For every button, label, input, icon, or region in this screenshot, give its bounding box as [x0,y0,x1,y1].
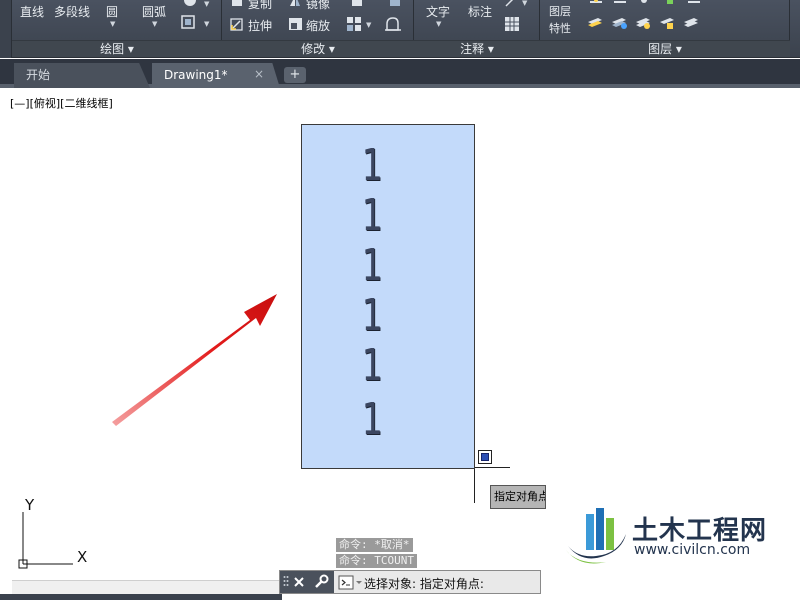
hatch-dropdown-icon[interactable]: ▼ [204,0,209,8]
polyline-tool-label[interactable]: 多段线 [54,3,90,20]
layer-walk-icon[interactable] [682,14,700,30]
layer-properties-label-line1[interactable]: 图层 [549,3,571,19]
command-history-line-2: 命令: TCOUNT [336,554,417,568]
command-prompt-text[interactable]: 选择对象: 指定对角点: [364,575,484,592]
layers-panel-title[interactable]: 图层 ▾ [540,40,790,57]
text-object-3[interactable]: 1 [362,240,385,291]
rectangle-icon[interactable] [180,14,196,30]
ribbon-left-edge [0,0,12,58]
crosshair-vertical [474,469,475,503]
layer-on-icon[interactable] [586,14,604,30]
text-object-6[interactable]: 1 [362,394,385,445]
close-icon[interactable] [293,576,305,588]
copy-icon[interactable] [230,0,244,8]
text-dropdown-icon[interactable]: ▼ [436,20,441,28]
layer-unisolate-icon[interactable] [612,0,628,6]
red-arrow-icon [112,294,277,426]
leader-dropdown-icon[interactable]: ▼ [522,0,527,7]
command-history-line-1: 命令: *取消* [336,538,413,552]
mirror-icon[interactable] [288,0,302,8]
offset-icon[interactable] [384,15,402,33]
scale-icon[interactable] [288,16,304,32]
civilcn-logo-icon [566,508,626,564]
watermark-logo: 土木工程网 www.civilcn.com [558,500,800,600]
layer-off-icon[interactable] [610,14,628,30]
text-object-2[interactable]: 1 [362,190,385,241]
rect-array-icon[interactable] [346,16,362,32]
circle-tool-label[interactable]: 圆 [106,3,118,20]
ribbon: 直线 多段线 圆 ▼ 圆弧 ▼ ▼ ▼ 绘图 ▾ 复制 镜像 拉伸 缩放 ▼ 修… [0,0,800,58]
draw-panel-title[interactable]: 绘图 ▾ [12,40,222,57]
layer-lock-icon[interactable] [664,0,676,6]
circle-dropdown-icon[interactable]: ▼ [110,20,115,28]
layer-unlock-icon[interactable] [658,14,676,30]
stretch-icon[interactable] [230,16,246,32]
mirror-tool-label[interactable]: 镜像 [306,0,330,12]
table-icon[interactable] [504,16,520,32]
horizontal-scrollbar[interactable] [12,580,282,594]
ucs-icon: Y X [15,494,95,578]
layers-panel: 图层 特性 图层 ▾ [540,0,790,58]
modify-panel: 复制 镜像 拉伸 缩放 ▼ 修改 ▾ [222,0,414,58]
annotation-panel: 文字 ▼ 标注 ▼ 注释 ▾ [414,0,540,58]
wrench-icon[interactable] [313,574,329,590]
ucs-y-label: Y [25,496,35,514]
layer-match-icon[interactable] [686,0,702,6]
new-tab-button[interactable]: + [284,67,306,83]
text-object-5[interactable]: 1 [362,340,385,391]
selection-window [301,124,475,469]
text-object-1[interactable]: 1 [362,140,385,191]
model-layout-tab-strip [0,594,282,600]
hatch-icon[interactable] [182,0,198,8]
grip-icon[interactable] [283,575,289,589]
file-tab-bar: 开始 Drawing1* × + [0,59,800,88]
rectangle-dropdown-icon[interactable]: ▼ [204,20,209,28]
command-prompt-icon[interactable] [338,575,364,591]
layer-properties-label-line2[interactable]: 特性 [549,20,571,36]
scale-tool-label[interactable]: 缩放 [306,17,330,34]
tab-start[interactable]: 开始 [14,63,150,88]
copy-tool-label[interactable]: 复制 [248,0,272,12]
annotation-panel-title[interactable]: 注释 ▾ [414,40,540,57]
modify-panel-title[interactable]: 修改 ▾ [222,40,414,57]
crosshair-horizontal [475,467,510,468]
arc-tool-label[interactable]: 圆弧 [142,3,166,20]
arc-dropdown-icon[interactable]: ▼ [152,20,157,28]
layer-thaw-icon[interactable] [634,14,652,30]
tab-close-icon[interactable]: × [254,67,264,81]
autocad-window: 直线 多段线 圆 ▼ 圆弧 ▼ ▼ ▼ 绘图 ▾ 复制 镜像 拉伸 缩放 ▼ 修… [0,0,800,600]
dimension-tool-label[interactable]: 标注 [468,3,492,20]
ucs-x-label: X [77,548,88,566]
array-dropdown-icon[interactable]: ▼ [366,21,371,29]
dynamic-input-tooltip: 指定对角点 [490,485,546,509]
watermark-url: www.civilcn.com [634,542,751,558]
command-line: 选择对象: 指定对角点: [279,570,541,594]
leader-icon[interactable] [504,0,518,8]
pick-box-cursor [478,450,492,464]
draw-panel: 直线 多段线 圆 ▼ 圆弧 ▼ ▼ ▼ 绘图 ▾ [12,0,222,58]
command-line-controls [280,571,334,593]
array-icon[interactable] [388,0,402,8]
viewport-controls[interactable]: [—][俯视][二维线框] [10,95,113,111]
text-object-4[interactable]: 1 [362,290,385,341]
stretch-tool-label[interactable]: 拉伸 [248,17,272,34]
fillet-icon[interactable] [350,0,364,8]
line-tool-label[interactable]: 直线 [20,3,44,20]
text-tool-label[interactable]: 文字 [426,3,450,20]
layer-isolate-icon[interactable] [588,0,604,6]
layer-freeze-icon[interactable] [638,0,650,6]
